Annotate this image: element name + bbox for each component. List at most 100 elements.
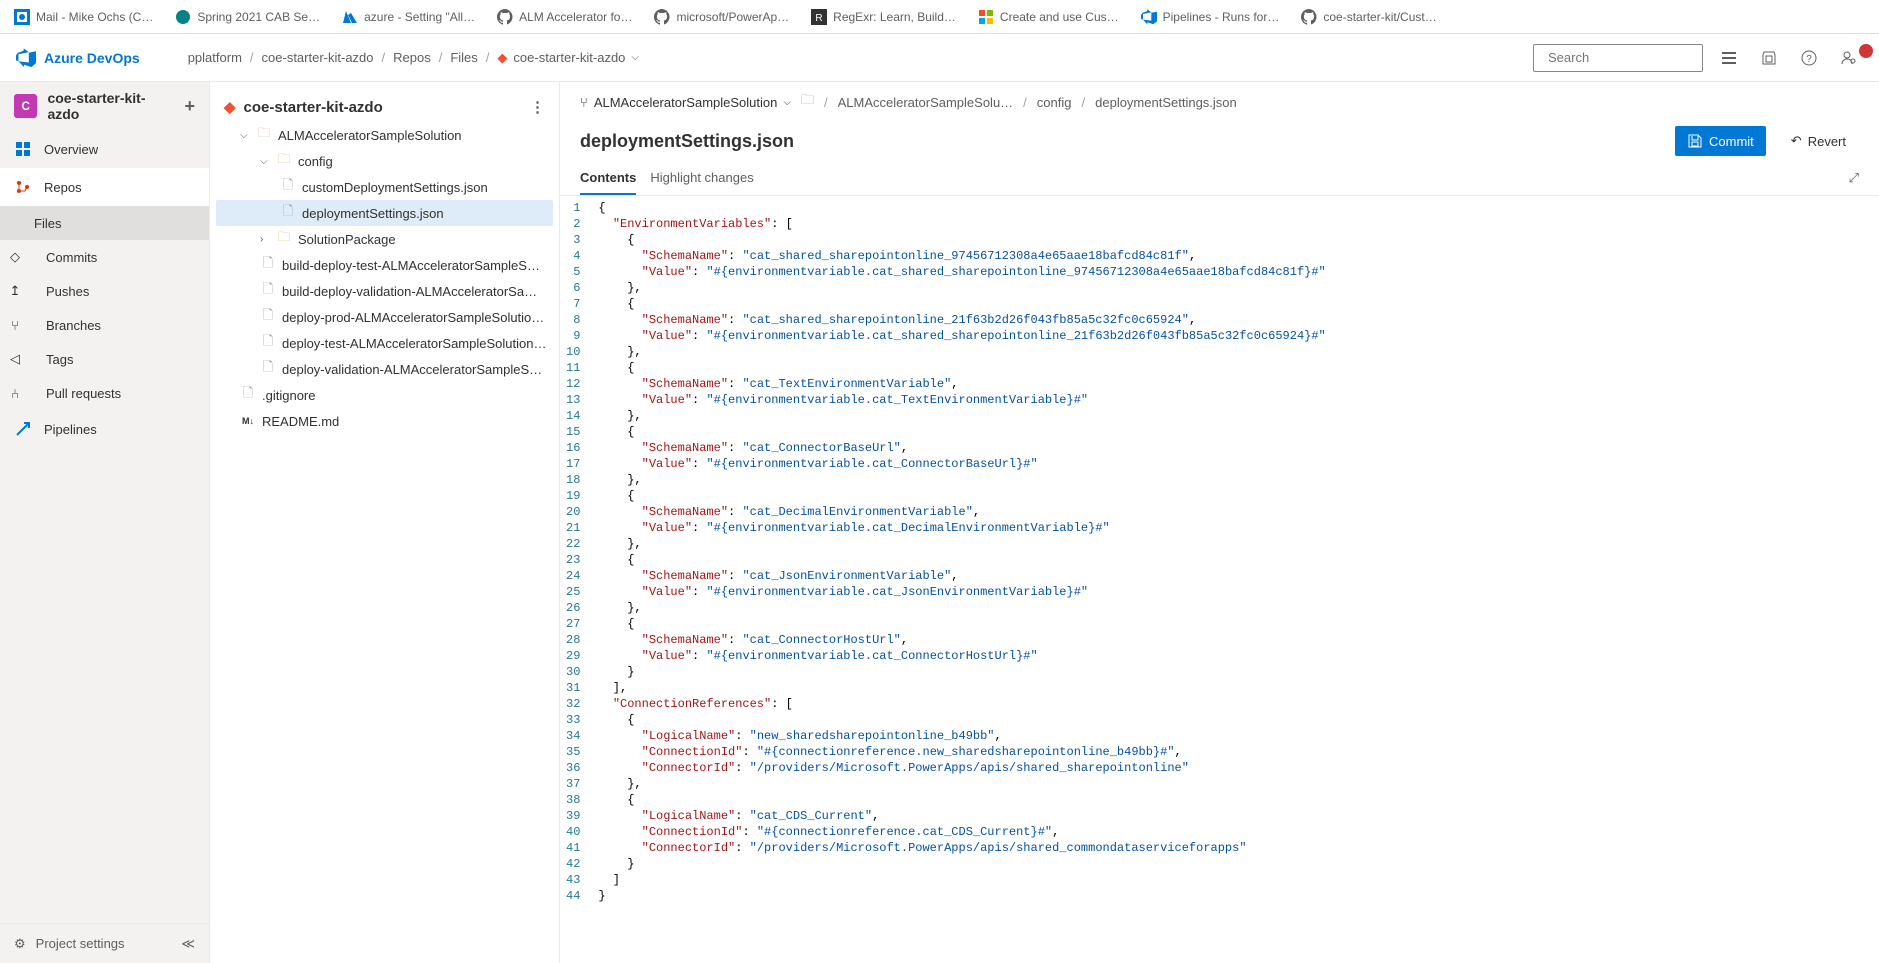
nav-files[interactable]: Files [0,206,209,240]
project-badge: C [14,94,37,118]
tree-file[interactable]: 🗋 deploy-prod-ALMAcceleratorSampleSoluti… [216,304,553,330]
search-input[interactable] [1548,50,1724,65]
file-title: deploymentSettings.json [580,131,1663,152]
favicon [1141,9,1157,25]
collapse-icon[interactable]: ≪ [181,936,195,952]
nav-overview[interactable]: Overview [0,130,209,168]
tree-file[interactable]: 🗋 deploy-validation-ALMAcceleratorSample… [216,356,553,382]
tree-folder[interactable]: ⌵ 🗀 config [216,148,553,174]
chevron-down-icon: ⌵ [631,52,639,63]
favicon [1301,9,1317,25]
repos-icon [14,178,32,196]
save-icon [1687,133,1703,149]
tree-file[interactable]: 🗋 .gitignore [216,382,553,408]
tree-file-selected[interactable]: 🗋 deploymentSettings.json [216,200,553,226]
undo-icon: ↶ [1791,133,1802,149]
browser-tab[interactable]: Mail - Mike Ochs (C… [4,5,163,29]
tab-highlight[interactable]: Highlight changes [650,162,753,195]
browser-tab[interactable]: RRegExr: Learn, Build… [801,5,966,29]
path-segment[interactable]: ALMAcceleratorSampleSolu… [838,95,1014,110]
nav-tags[interactable]: ◁ Tags [0,342,209,376]
pipelines-icon [14,420,32,438]
browser-tab[interactable]: ALM Accelerator fo… [487,5,642,29]
nav-repos[interactable]: Repos [0,168,209,206]
folder-icon: 🗀 [276,231,292,247]
breadcrumb-project[interactable]: coe-starter-kit-azdo [262,50,374,65]
tab-contents[interactable]: Contents [580,162,636,195]
path-segment[interactable]: config [1037,95,1072,110]
code-editor[interactable]: 1234567891011121314151617181920212223242… [560,196,1879,963]
favicon [978,9,994,25]
tree-file[interactable]: 🗋 build-deploy-validation-ALMAccelerator… [216,278,553,304]
browser-tab[interactable]: azure - Setting "All… [332,5,485,29]
chevron-down-icon: ⌵ [240,130,250,141]
project-name: coe-starter-kit-azdo [47,90,174,122]
ado-header: Azure DevOps pplatform / coe-starter-kit… [0,34,1879,82]
git-icon: ◆ [497,50,507,66]
nav-pipelines[interactable]: Pipelines [0,410,209,448]
browser-tab[interactable]: coe-starter-kit/Cust… [1291,5,1446,29]
tree-file[interactable]: M↓ README.md [216,408,553,434]
file-icon: 🗋 [260,335,276,351]
file-icon: 🗋 [260,309,276,325]
code-content[interactable]: { "EnvironmentVariables": [ { "SchemaNam… [590,196,1879,963]
favicon: R [811,9,827,25]
markdown-icon: M↓ [240,413,256,429]
file-icon: 🗋 [240,387,256,403]
browser-tab[interactable]: Spring 2021 CAB Se… [165,5,330,29]
search-box[interactable] [1533,44,1703,72]
shopping-icon[interactable] [1755,44,1783,72]
overview-icon [14,140,32,158]
tree-file[interactable]: 🗋 customDeploymentSettings.json [216,174,553,200]
breadcrumb-section[interactable]: Repos [393,50,431,65]
new-item-icon[interactable]: + [184,96,195,117]
commit-button[interactable]: Commit [1675,126,1766,156]
file-icon: 🗋 [260,283,276,299]
path-bar: ⑂ ALMAcceleratorSampleSolution ⌵ 🗀 / ALM… [560,82,1879,122]
folder-icon[interactable]: 🗀 [801,91,814,113]
file-icon: 🗋 [280,205,296,221]
svg-text:R: R [816,13,823,24]
pushes-icon: ↥ [6,282,24,300]
branch-selector[interactable]: ⑂ ALMAcceleratorSampleSolution ⌵ [580,95,791,110]
chevron-down-icon: ⌵ [260,156,270,167]
notification-dot [1859,44,1873,58]
marketplace-icon[interactable] [1715,44,1743,72]
browser-tab[interactable]: Create and use Cus… [968,5,1129,29]
breadcrumb-sub[interactable]: Files [450,50,477,65]
breadcrumb: pplatform / coe-starter-kit-azdo / Repos… [188,50,639,66]
browser-tab-bar: Mail - Mike Ochs (C…Spring 2021 CAB Se…a… [0,0,1879,34]
path-segment[interactable]: deploymentSettings.json [1095,95,1237,110]
ado-logo[interactable]: Azure DevOps [16,48,140,68]
repo-selector[interactable]: ◆ coe-starter-kit-azdo ⋮ [216,92,553,122]
nav-pushes[interactable]: ↥ Pushes [0,274,209,308]
file-tree-panel: ◆ coe-starter-kit-azdo ⋮ ⌵ 🗀 ALMAccelera… [210,82,560,963]
tree-folder[interactable]: ⌵ 🗀 ALMAcceleratorSampleSolution [216,122,553,148]
revert-button[interactable]: ↶ Revert [1778,126,1859,156]
chevron-down-icon: ⌵ [783,97,791,108]
help-icon[interactable]: ? [1795,44,1823,72]
more-icon[interactable]: ⋮ [530,98,545,116]
breadcrumb-repo[interactable]: ◆ coe-starter-kit-azdo ⌵ [497,50,639,66]
tags-icon: ◁ [6,350,24,368]
svg-text:?: ? [1806,54,1812,65]
nav-commits[interactable]: ◇ Commits [0,240,209,274]
favicon [175,9,191,25]
file-icon: 🗋 [280,179,296,195]
tree-folder[interactable]: › 🗀 SolutionPackage [216,226,553,252]
project-settings[interactable]: ⚙ Project settings ≪ [0,923,209,963]
nav-branches[interactable]: ⑂ Branches [0,308,209,342]
main-content: ⑂ ALMAcceleratorSampleSolution ⌵ 🗀 / ALM… [560,82,1879,963]
favicon [14,9,30,25]
nav-pull-requests[interactable]: ⑃ Pull requests [0,376,209,410]
browser-tab[interactable]: microsoft/PowerAp… [644,5,799,29]
project-header[interactable]: C coe-starter-kit-azdo + [0,82,209,130]
tree-file[interactable]: 🗋 deploy-test-ALMAcceleratorSampleSoluti… [216,330,553,356]
chevron-right-icon: › [260,234,270,245]
line-gutter: 1234567891011121314151617181920212223242… [560,196,590,963]
tree-file[interactable]: 🗋 build-deploy-test-ALMAcceleratorSample… [216,252,553,278]
browser-tab[interactable]: Pipelines - Runs for… [1131,5,1290,29]
breadcrumb-org[interactable]: pplatform [188,50,242,65]
fullscreen-icon[interactable]: ⤢ [1849,162,1859,195]
branches-icon: ⑂ [6,316,24,334]
